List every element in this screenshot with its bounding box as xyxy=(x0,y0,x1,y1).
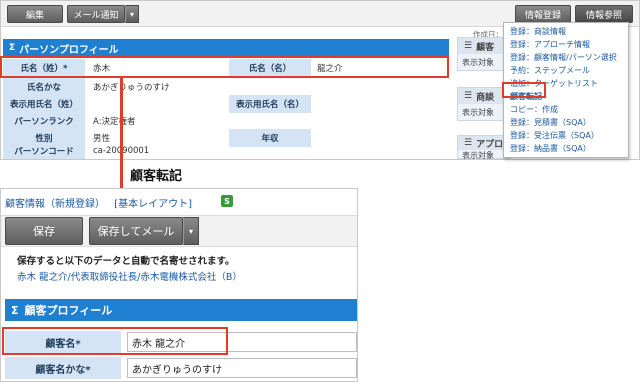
customer-kana-input[interactable]: あかぎりゅうのすけ xyxy=(127,358,357,378)
collapse-icon[interactable]: Σ xyxy=(9,43,15,53)
save-and-mail-button[interactable]: 保存してメール xyxy=(89,217,183,245)
person-rank-value: A:決定権者 xyxy=(93,117,136,127)
refresh-icon-glyph: S xyxy=(224,196,230,206)
edit-button[interactable]: 編集 xyxy=(7,5,63,23)
name-kana-value: あかぎりゅうのすけ xyxy=(93,83,170,93)
merge-notice-box: 保存すると以下のデータと自動で名寄せされます。 赤木 龍之介/代表取締役社長/赤… xyxy=(5,253,355,283)
profile-row: 氏名かな あかぎりゅうのすけ xyxy=(3,78,449,96)
customer-form-title-text: 顧客情報（新規登録） xyxy=(5,199,105,210)
list-icon: ☰ xyxy=(464,138,473,148)
customer-kana-row: 顧客名かな* あかぎりゅうのすけ xyxy=(5,357,357,379)
name-row-highlight xyxy=(0,56,449,78)
mail-notify-button[interactable]: メール通知 xyxy=(67,5,125,23)
customer-profile-title: 顧客プロフィール xyxy=(24,304,113,317)
menu-transfer-highlight xyxy=(502,82,546,98)
info-view-button[interactable]: 情報参照 xyxy=(575,5,633,23)
menu-item[interactable]: コピー：作成 xyxy=(510,103,558,115)
save-mail-dropdown[interactable]: ▾ xyxy=(183,217,199,245)
person-code-label: パーソンコード xyxy=(3,143,85,159)
person-profile-header[interactable]: Σ パーソンプロフィール xyxy=(3,39,449,57)
refresh-icon[interactable]: S xyxy=(221,195,233,207)
display-last-name-label: 表示用氏名（姓） xyxy=(3,95,85,113)
menu-item[interactable]: 登録：受注伝票（SQA） xyxy=(510,129,599,141)
person-rank-label: パーソンランク xyxy=(3,112,85,130)
menu-item[interactable]: 登録：商談情報 xyxy=(510,25,566,37)
save-button[interactable]: 保存 xyxy=(5,217,83,245)
customer-kana-label: 顧客名かな* xyxy=(5,357,121,379)
profile-row: 表示用氏名（姓） 表示用氏名（名） xyxy=(3,95,449,113)
list-icon: ☰ xyxy=(464,41,473,51)
collapse-icon[interactable]: Σ xyxy=(11,304,19,317)
person-profile-title: パーソンプロフィール xyxy=(19,44,119,56)
menu-item[interactable]: 登録：見積書（SQA） xyxy=(510,116,591,128)
name-kana-label: 氏名かな xyxy=(3,78,85,96)
menu-item[interactable]: 予約：ステップメール xyxy=(510,64,590,76)
customer-profile-header[interactable]: Σ 顧客プロフィール xyxy=(5,299,357,321)
menu-item[interactable]: 登録：納品書（SQA） xyxy=(510,142,591,154)
menu-item[interactable]: 登録：アプローチ情報 xyxy=(510,38,590,50)
profile-row: パーソンコード ca-20090001 xyxy=(3,143,449,161)
merge-target-link[interactable]: 赤木 龍之介/代表取締役社長/赤木電機株式会社（B） xyxy=(5,269,355,283)
person-detail-screenshot: 編集 メール通知 ▾ 情報登録 情報参照 作成日： Σ パーソンプロフィール 氏… xyxy=(0,0,640,161)
info-register-button[interactable]: 情報登録 xyxy=(515,5,571,23)
mail-notify-dropdown[interactable]: ▾ xyxy=(125,5,139,23)
profile-row: パーソンランク A:決定権者 xyxy=(3,112,449,130)
merge-notice-text: 保存すると以下のデータと自動で名寄せされます。 xyxy=(17,256,235,267)
display-first-name-label: 表示用氏名（名） xyxy=(229,95,311,113)
menu-item[interactable]: 登録：顧客情報/パーソン選択 xyxy=(510,51,617,63)
customer-form-title: 顧客情報（新規登録） [基本レイアウト] xyxy=(5,195,192,210)
arrow-caption: 顧客転記 xyxy=(130,169,183,184)
person-code-value: ca-20090001 xyxy=(89,143,229,159)
basic-layout-link[interactable]: [基本レイアウト] xyxy=(114,199,192,210)
customer-name-highlight xyxy=(2,327,228,355)
list-icon: ☰ xyxy=(464,91,473,101)
